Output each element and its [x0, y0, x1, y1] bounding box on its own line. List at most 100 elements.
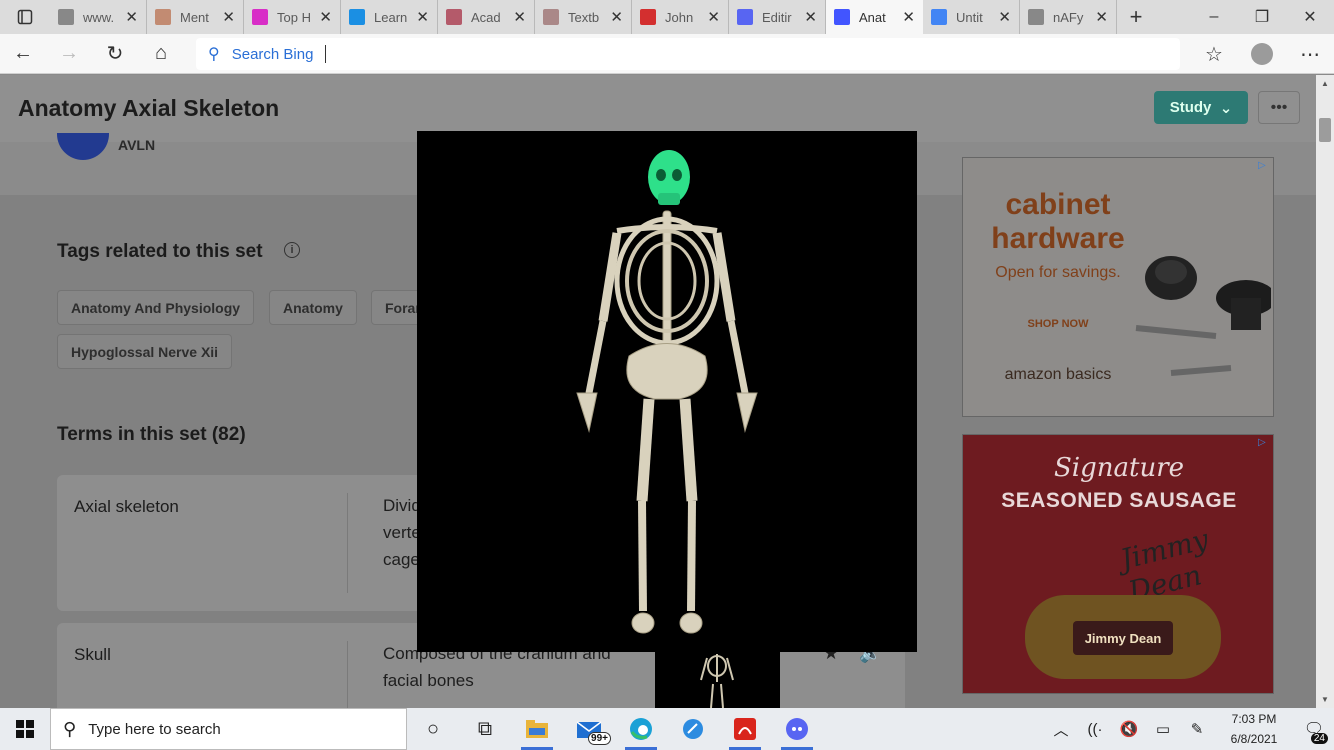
- browser-tab[interactable]: www. ✕: [50, 0, 147, 34]
- file-explorer-button[interactable]: [511, 708, 563, 750]
- term-word: Axial skeleton: [74, 497, 179, 516]
- browser-tab[interactable]: Textb ✕: [535, 0, 632, 34]
- battery-icon[interactable]: ▭: [1146, 708, 1180, 750]
- tag-chip[interactable]: Hypoglossal Nerve Xii: [57, 334, 233, 369]
- close-tab-icon[interactable]: ✕: [998, 8, 1011, 26]
- tab-label: Editir: [762, 9, 792, 25]
- profile-button[interactable]: [1238, 34, 1286, 74]
- textbook-icon: [543, 9, 559, 25]
- ad-subtext: Open for savings.: [995, 264, 1121, 281]
- ad-jimmy-dean[interactable]: ▷ Signature SEASONED SAUSAGE Jimmy Dean …: [962, 434, 1274, 694]
- pen-icon[interactable]: ✎: [1180, 708, 1214, 750]
- creator-name[interactable]: AVLN: [118, 137, 155, 153]
- clock-date: 6/8/2021: [1230, 732, 1278, 746]
- show-hidden-icons-button[interactable]: ︿: [1044, 708, 1078, 750]
- tab-actions-icon: [17, 9, 33, 25]
- discord-button[interactable]: [771, 708, 823, 750]
- close-tab-icon[interactable]: ✕: [416, 8, 429, 26]
- skeleton-image: [576, 150, 758, 634]
- terms-heading: Terms in this set (82): [57, 424, 246, 445]
- tab-label: Ment: [180, 9, 209, 25]
- acrobat-button[interactable]: [719, 708, 771, 750]
- browser-tab[interactable]: Untit ✕: [923, 0, 1020, 34]
- close-tab-icon[interactable]: ✕: [319, 8, 332, 26]
- taskbar-search-box[interactable]: ⚲ Type here to search: [50, 708, 407, 750]
- task-view-button[interactable]: ⧉: [459, 708, 511, 750]
- info-icon[interactable]: i: [284, 242, 300, 258]
- creator-avatar[interactable]: [57, 133, 109, 160]
- close-tab-icon[interactable]: ✕: [804, 8, 817, 26]
- notifications-button[interactable]: 🗨 24: [1294, 708, 1334, 750]
- term-divider: [347, 641, 348, 708]
- tab-label: www.: [83, 9, 115, 25]
- close-tab-icon[interactable]: ✕: [610, 8, 623, 26]
- tab-label: Untit: [956, 9, 983, 25]
- edge-button[interactable]: [615, 708, 667, 750]
- adchoices-icon[interactable]: ▷: [1258, 437, 1270, 449]
- thumbnail-skeleton-image: [700, 654, 734, 708]
- discord-icon: [737, 9, 753, 25]
- more-options-button[interactable]: •••: [1258, 91, 1300, 124]
- study-button[interactable]: Study ⌄: [1154, 91, 1248, 124]
- ad-cabinet-hardware[interactable]: ▷ cabinet hardware Open for savings. SHO…: [962, 157, 1274, 417]
- favorites-button[interactable]: ☆: [1190, 34, 1238, 74]
- chevron-down-icon: ⌄: [1219, 99, 1233, 117]
- skull-highlight: [648, 150, 690, 205]
- ad-headline: SEASONED SAUSAGE: [1001, 489, 1237, 512]
- tab-label: Textb: [568, 9, 600, 25]
- scrollbar-thumb[interactable]: [1319, 118, 1331, 142]
- tab-actions-button[interactable]: [0, 0, 50, 34]
- tab-label: Top H: [277, 9, 311, 25]
- cortana-button[interactable]: ○: [407, 708, 459, 750]
- tag-chip[interactable]: Anatomy And Physiology: [57, 290, 255, 325]
- refresh-button[interactable]: ↻: [92, 34, 138, 74]
- browser-tab[interactable]: Editir ✕: [729, 0, 826, 34]
- app-button[interactable]: [667, 708, 719, 750]
- tab-label: Learn: [374, 9, 408, 25]
- blank-page-icon: [1028, 9, 1044, 25]
- clock[interactable]: 7:03 PM 6/8/2021: [1214, 709, 1294, 749]
- close-tab-icon[interactable]: ✕: [1095, 8, 1108, 26]
- close-tab-icon[interactable]: ✕: [222, 8, 235, 26]
- new-tab-button[interactable]: +: [1117, 0, 1155, 34]
- ad-cta[interactable]: SHOP NOW: [963, 318, 1153, 330]
- volume-muted-icon[interactable]: 🔇: [1112, 708, 1146, 750]
- search-icon: ⚲: [63, 718, 77, 739]
- browser-tab[interactable]: Anat ✕: [826, 0, 923, 34]
- discord-icon: [786, 718, 808, 740]
- settings-more-button[interactable]: ⋯: [1286, 34, 1334, 74]
- restore-button[interactable]: ❐: [1238, 0, 1286, 34]
- enlarged-image-viewer[interactable]: [417, 131, 917, 652]
- close-tab-icon[interactable]: ✕: [902, 8, 915, 26]
- address-bar[interactable]: ⚲ Search Bing: [196, 38, 1180, 70]
- windows-logo-icon: [16, 720, 34, 738]
- close-tab-icon[interactable]: ✕: [125, 8, 138, 26]
- acrobat-icon: [734, 718, 756, 740]
- close-window-button[interactable]: ✕: [1286, 0, 1334, 34]
- back-button[interactable]: ←: [0, 34, 46, 74]
- close-tab-icon[interactable]: ✕: [513, 8, 526, 26]
- home-button[interactable]: ⌂: [138, 34, 184, 74]
- tag-chip[interactable]: Anatomy: [269, 290, 357, 325]
- browser-tab[interactable]: Acad ✕: [438, 0, 535, 34]
- browser-tab[interactable]: Ment ✕: [147, 0, 244, 34]
- mail-button[interactable]: 99+: [563, 708, 615, 750]
- tab-label: Acad: [471, 9, 501, 25]
- edge-icon: [630, 718, 652, 740]
- skeleton-thumbnail[interactable]: [655, 652, 780, 708]
- browser-tab[interactable]: John ✕: [632, 0, 729, 34]
- forward-button[interactable]: →: [46, 34, 92, 74]
- browser-tab[interactable]: Top H ✕: [244, 0, 341, 34]
- wifi-icon[interactable]: ((·: [1078, 708, 1112, 750]
- tab-strip: www. ✕ Ment ✕ Top H ✕ Learn ✕ Acad ✕ Textb ✕ John ✕ Ed…: [0, 0, 1334, 34]
- vertical-scrollbar[interactable]: ▲ ▼: [1316, 75, 1334, 708]
- browser-tab[interactable]: Learn ✕: [341, 0, 438, 34]
- browser-tab[interactable]: nAFy ✕: [1020, 0, 1117, 34]
- scroll-up-icon[interactable]: ▲: [1319, 79, 1331, 88]
- minimize-button[interactable]: –: [1190, 0, 1238, 34]
- close-tab-icon[interactable]: ✕: [707, 8, 720, 26]
- start-button[interactable]: [0, 708, 50, 750]
- adchoices-icon[interactable]: ▷: [1258, 160, 1270, 172]
- folder-icon: [526, 720, 548, 738]
- scroll-down-icon[interactable]: ▼: [1319, 695, 1331, 704]
